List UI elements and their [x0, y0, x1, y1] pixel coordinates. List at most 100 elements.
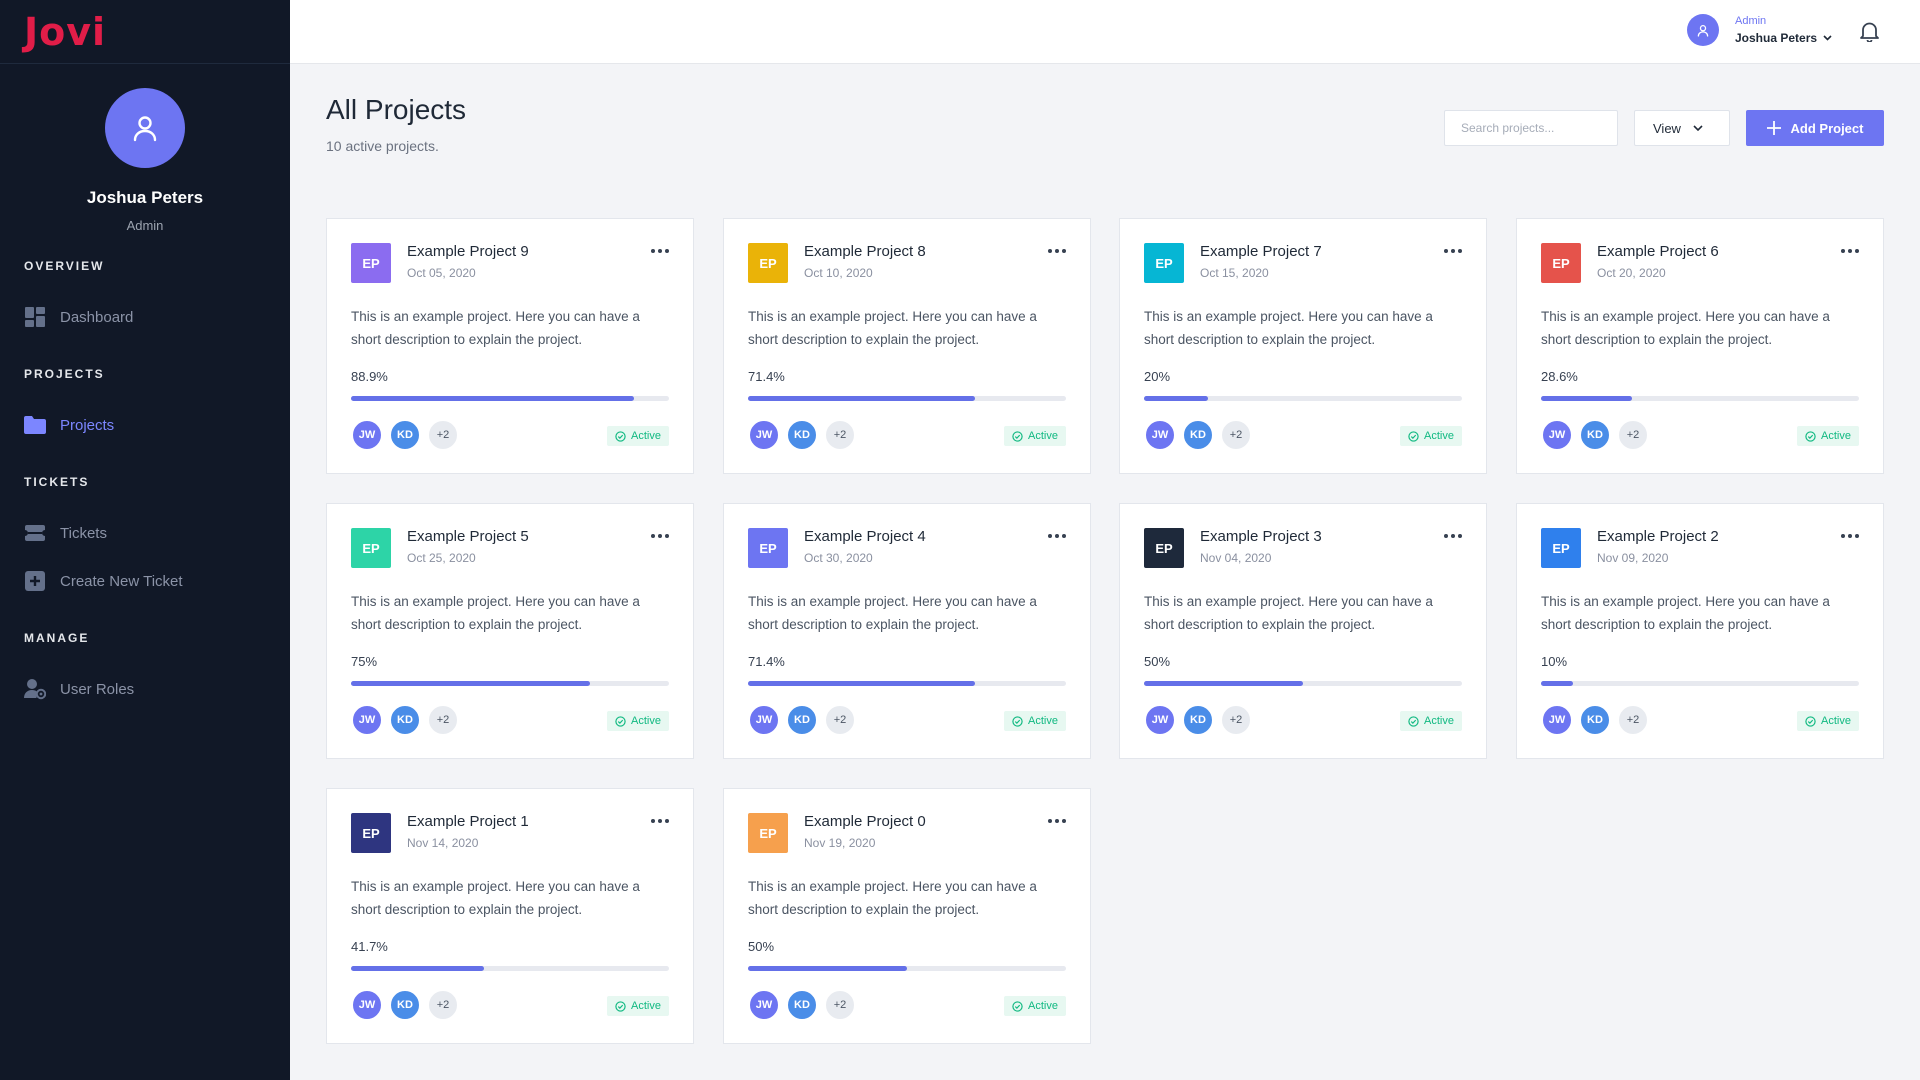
more-options-button[interactable]: [651, 819, 669, 823]
project-title[interactable]: Example Project 5: [407, 528, 529, 545]
member-avatar[interactable]: KD: [1182, 704, 1214, 736]
member-avatar[interactable]: JW: [1144, 419, 1176, 451]
sidebar-item-user-roles[interactable]: User Roles: [0, 665, 290, 713]
project-card[interactable]: EP Example Project 4 Oct 30, 2020 This i…: [723, 503, 1091, 759]
more-members-avatar[interactable]: +2: [427, 419, 459, 451]
more-horizontal-icon: [1451, 534, 1455, 538]
project-title[interactable]: Example Project 9: [407, 243, 529, 260]
member-avatar[interactable]: JW: [351, 419, 383, 451]
project-title[interactable]: Example Project 7: [1200, 243, 1322, 260]
project-card[interactable]: EP Example Project 7 Oct 15, 2020 This i…: [1119, 218, 1487, 474]
member-avatar[interactable]: JW: [351, 989, 383, 1021]
project-date: Oct 30, 2020: [804, 551, 873, 565]
status-badge: Active: [1797, 711, 1859, 731]
project-description: This is an example project. Here you can…: [351, 309, 640, 347]
member-avatar[interactable]: JW: [1541, 419, 1573, 451]
member-avatar[interactable]: JW: [1541, 704, 1573, 736]
notifications-button[interactable]: [1860, 21, 1879, 47]
more-options-button[interactable]: [1048, 819, 1066, 823]
more-options-button[interactable]: [651, 534, 669, 538]
more-options-button[interactable]: [1048, 249, 1066, 253]
project-description: This is an example project. Here you can…: [351, 879, 640, 917]
member-avatar[interactable]: JW: [748, 419, 780, 451]
project-initials-badge: EP: [351, 243, 391, 283]
more-members-avatar[interactable]: +2: [824, 989, 856, 1021]
user-avatar: [1687, 14, 1719, 46]
more-horizontal-icon: [665, 534, 669, 538]
status-label: Active: [1821, 430, 1851, 442]
project-card[interactable]: EP Example Project 1 Nov 14, 2020 This i…: [326, 788, 694, 1044]
sidebar-item-tickets[interactable]: Tickets: [0, 509, 290, 557]
project-title[interactable]: Example Project 4: [804, 528, 926, 545]
member-avatar[interactable]: KD: [389, 419, 421, 451]
sidebar-item-projects[interactable]: Projects: [0, 401, 290, 449]
member-avatar[interactable]: KD: [389, 989, 421, 1021]
project-members: JW KD +2: [1144, 419, 1258, 451]
project-title[interactable]: Example Project 1: [407, 813, 529, 830]
more-members-avatar[interactable]: +2: [1220, 704, 1252, 736]
status-label: Active: [1028, 1000, 1058, 1012]
project-card[interactable]: EP Example Project 2 Nov 09, 2020 This i…: [1516, 503, 1884, 759]
profile-avatar[interactable]: [105, 88, 185, 168]
status-label: Active: [1424, 430, 1454, 442]
member-avatar[interactable]: KD: [786, 704, 818, 736]
more-options-button[interactable]: [1444, 534, 1462, 538]
project-card[interactable]: EP Example Project 8 Oct 10, 2020 This i…: [723, 218, 1091, 474]
member-avatar[interactable]: JW: [1144, 704, 1176, 736]
more-horizontal-icon: [1855, 534, 1859, 538]
project-initials-badge: EP: [1541, 528, 1581, 568]
progress-bar-fill: [1541, 396, 1632, 401]
add-project-button[interactable]: Add Project: [1746, 110, 1884, 146]
more-members-avatar[interactable]: +2: [1220, 419, 1252, 451]
folder-icon: [24, 414, 46, 436]
project-card[interactable]: EP Example Project 9 Oct 05, 2020 This i…: [326, 218, 694, 474]
member-avatar[interactable]: KD: [389, 704, 421, 736]
project-title[interactable]: Example Project 2: [1597, 528, 1719, 545]
member-avatar[interactable]: KD: [1182, 419, 1214, 451]
view-dropdown[interactable]: View: [1634, 110, 1730, 146]
project-card[interactable]: EP Example Project 5 Oct 25, 2020 This i…: [326, 503, 694, 759]
project-title[interactable]: Example Project 6: [1597, 243, 1719, 260]
member-avatar[interactable]: JW: [748, 704, 780, 736]
more-horizontal-icon: [1048, 534, 1052, 538]
status-badge: Active: [1004, 711, 1066, 731]
member-avatar[interactable]: KD: [786, 989, 818, 1021]
app-logo[interactable]: Jovi: [24, 10, 106, 54]
search-input[interactable]: [1444, 110, 1618, 146]
project-title[interactable]: Example Project 0: [804, 813, 926, 830]
more-options-button[interactable]: [1048, 534, 1066, 538]
more-members-avatar[interactable]: +2: [427, 704, 459, 736]
profile-role: Admin: [126, 218, 164, 233]
member-avatar[interactable]: JW: [748, 989, 780, 1021]
member-avatar[interactable]: KD: [786, 419, 818, 451]
member-avatar[interactable]: JW: [351, 704, 383, 736]
project-card[interactable]: EP Example Project 3 Nov 04, 2020 This i…: [1119, 503, 1487, 759]
project-members: JW KD +2: [351, 704, 465, 736]
sidebar-item-dashboard[interactable]: Dashboard: [0, 293, 290, 341]
project-progress-label: 41.7%: [351, 939, 388, 954]
more-members-avatar[interactable]: +2: [1617, 419, 1649, 451]
nav-section-projects: PROJECTS Projects: [0, 367, 290, 449]
project-card[interactable]: EP Example Project 0 Nov 19, 2020 This i…: [723, 788, 1091, 1044]
more-horizontal-icon: [1458, 249, 1462, 253]
more-members-avatar[interactable]: +2: [427, 989, 459, 1021]
user-menu[interactable]: Admin Joshua Peters: [1687, 14, 1832, 46]
more-options-button[interactable]: [1841, 534, 1859, 538]
more-options-button[interactable]: [1841, 249, 1859, 253]
more-members-avatar[interactable]: +2: [1617, 704, 1649, 736]
project-title[interactable]: Example Project 8: [804, 243, 926, 260]
more-options-button[interactable]: [1444, 249, 1462, 253]
status-label: Active: [631, 1000, 661, 1012]
more-horizontal-icon: [1458, 534, 1462, 538]
more-options-button[interactable]: [651, 249, 669, 253]
project-card[interactable]: EP Example Project 6 Oct 20, 2020 This i…: [1516, 218, 1884, 474]
project-title[interactable]: Example Project 3: [1200, 528, 1322, 545]
progress-bar: [748, 966, 1066, 971]
sidebar-item-label: User Roles: [60, 680, 135, 698]
member-avatar[interactable]: KD: [1579, 419, 1611, 451]
member-avatar[interactable]: KD: [1579, 704, 1611, 736]
more-members-avatar[interactable]: +2: [824, 419, 856, 451]
sidebar-item-create-new-ticket[interactable]: Create New Ticket: [0, 557, 290, 605]
status-label: Active: [631, 715, 661, 727]
more-members-avatar[interactable]: +2: [824, 704, 856, 736]
